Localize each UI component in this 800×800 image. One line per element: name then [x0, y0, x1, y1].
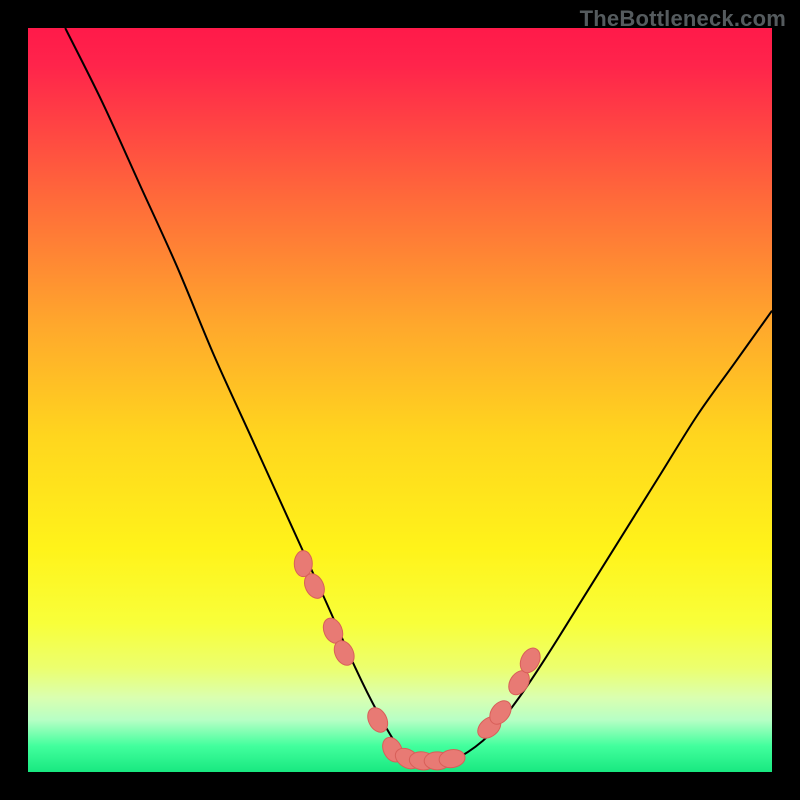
highlight-dot: [294, 551, 312, 577]
chart-container: TheBottleneck.com: [0, 0, 800, 800]
bottleneck-curve-chart: [0, 0, 800, 800]
plot-background: [28, 28, 772, 772]
watermark-text: TheBottleneck.com: [580, 6, 786, 32]
